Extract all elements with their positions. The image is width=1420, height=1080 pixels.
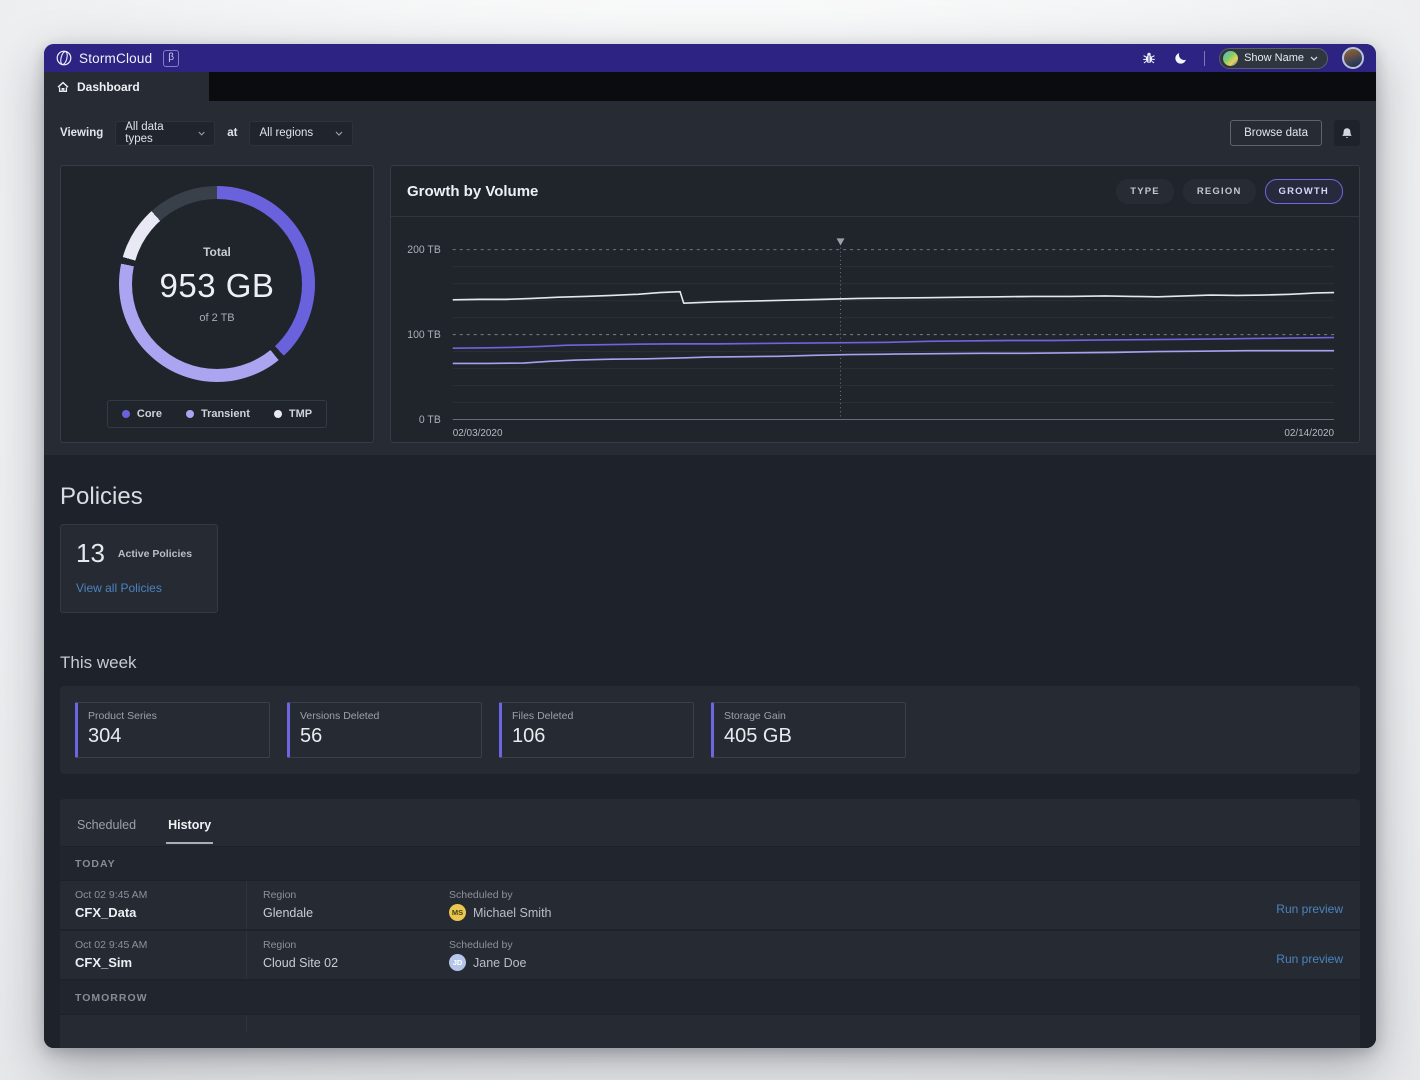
titlebar-divider — [1204, 51, 1205, 66]
region-value: All regions — [259, 127, 313, 139]
legend-item-tmp: TMP — [274, 408, 312, 420]
policies-heading: Policies — [60, 483, 1360, 511]
region-label: Region — [263, 939, 433, 951]
dark-mode-toggle[interactable] — [1172, 49, 1190, 67]
row-time: Oct 02 9:45 AM — [75, 889, 246, 901]
chart-header: Growth by Volume TYPE REGION GROWTH — [391, 166, 1359, 217]
this-week-heading: This week — [60, 653, 1360, 673]
active-policies-count: 13 — [76, 538, 105, 569]
home-icon — [57, 81, 69, 93]
donut-capacity: of 2 TB — [199, 312, 234, 324]
svg-text:02/03/2020: 02/03/2020 — [453, 428, 503, 439]
schedule-row-cfx-data[interactable]: Oct 02 9:45 AM CFX_Data Region Glendale … — [60, 881, 1360, 931]
tab-strip: Dashboard — [44, 72, 1376, 101]
active-policies-card: 13 Active Policies View all Policies — [60, 524, 218, 613]
at-label: at — [227, 127, 237, 139]
stat-storage-gain: Storage Gain 405 GB — [711, 702, 906, 758]
beta-badge: β — [163, 50, 179, 67]
region-label: Region — [263, 889, 433, 901]
legend-item-transient: Transient — [186, 408, 250, 420]
schedule-panel: Scheduled History TODAY Oct 02 9:45 AM C… — [60, 799, 1360, 1048]
region-select[interactable]: All regions — [249, 121, 353, 146]
user-menu[interactable]: Show Name — [1219, 48, 1328, 69]
region-value: Glendale — [263, 906, 433, 920]
run-preview-link[interactable]: Run preview — [1276, 902, 1343, 916]
tab-scheduled[interactable]: Scheduled — [75, 799, 138, 846]
section-header-today: TODAY — [60, 847, 1360, 881]
storage-donut-center: Total 953 GB of 2 TB — [132, 199, 302, 369]
tab-dashboard-label: Dashboard — [77, 80, 140, 94]
viewing-label: Viewing — [60, 127, 103, 139]
main-content: Viewing All data types at All regions Br… — [44, 101, 1376, 1048]
legend-dot-tmp — [274, 410, 282, 418]
moon-icon — [1174, 51, 1188, 65]
storage-total-card: Total 953 GB of 2 TB Core Transient — [60, 165, 374, 443]
growth-line-chart: 0 TB 100 TB 200 TB 02/03/2020 02/14/2020 — [393, 221, 1357, 442]
svg-text:02/14/2020: 02/14/2020 — [1284, 428, 1334, 439]
notifications-button[interactable] — [1334, 120, 1360, 146]
storage-donut-ring: Total 953 GB of 2 TB — [119, 186, 315, 382]
lower-panel: Policies 13 Active Policies View all Pol… — [44, 455, 1376, 1048]
avatar-initials: MS — [449, 904, 466, 921]
stormcloud-logo-icon — [56, 50, 72, 66]
app-logo[interactable]: StormCloud β — [56, 50, 179, 67]
bug-icon — [1142, 51, 1156, 65]
scheduled-by-label: Scheduled by — [449, 939, 1276, 951]
svg-text:100 TB: 100 TB — [407, 329, 441, 341]
toggle-type[interactable]: TYPE — [1116, 179, 1174, 204]
app-name: StormCloud — [79, 51, 152, 66]
chevron-down-icon — [1310, 56, 1318, 61]
row-name: CFX_Sim — [75, 955, 246, 970]
tab-dashboard[interactable]: Dashboard — [44, 72, 209, 101]
browse-data-button[interactable]: Browse data — [1230, 120, 1322, 146]
tab-history[interactable]: History — [166, 799, 213, 846]
chart-toggle-group: TYPE REGION GROWTH — [1116, 179, 1343, 204]
chart-title: Growth by Volume — [407, 183, 538, 200]
row-name: CFX_Data — [75, 905, 246, 920]
scheduled-by-name: Jane Doe — [473, 956, 527, 970]
toggle-region[interactable]: REGION — [1183, 179, 1256, 204]
growth-by-volume-card: Growth by Volume TYPE REGION GROWTH 0 TB… — [390, 165, 1360, 443]
schedule-row-cfx-sim[interactable]: Oct 02 9:45 AM CFX_Sim Region Cloud Site… — [60, 931, 1360, 981]
scheduled-by-name: Michael Smith — [473, 906, 552, 920]
section-header-tomorrow: TOMORROW — [60, 981, 1360, 1015]
this-week-stats: Product Series 304 Versions Deleted 56 F… — [60, 686, 1360, 774]
region-value: Cloud Site 02 — [263, 956, 433, 970]
toggle-growth[interactable]: GROWTH — [1265, 179, 1343, 204]
titlebar: StormCloud β — [44, 44, 1376, 72]
view-all-policies-link[interactable]: View all Policies — [76, 581, 162, 595]
bug-report-button[interactable] — [1140, 49, 1158, 67]
stat-files-deleted: Files Deleted 106 — [499, 702, 694, 758]
overview-cards: Total 953 GB of 2 TB Core Transient — [44, 165, 1376, 443]
avatar-initials: JD — [449, 954, 466, 971]
data-type-value: All data types — [125, 121, 188, 145]
legend-dot-core — [122, 410, 130, 418]
legend-dot-transient — [186, 410, 194, 418]
stat-product-series: Product Series 304 — [75, 702, 270, 758]
data-type-select[interactable]: All data types — [115, 121, 215, 146]
user-menu-avatar — [1223, 51, 1238, 66]
chevron-down-icon — [198, 131, 205, 136]
svg-text:0 TB: 0 TB — [419, 414, 441, 426]
user-menu-label: Show Name — [1244, 52, 1304, 64]
run-preview-link[interactable]: Run preview — [1276, 952, 1343, 966]
growth-chart-plot: 0 TB 100 TB 200 TB 02/03/2020 02/14/2020 — [391, 217, 1359, 442]
donut-title: Total — [203, 245, 231, 259]
schedule-tabs: Scheduled History — [60, 799, 1360, 847]
app-window: StormCloud β — [44, 44, 1376, 1048]
bell-icon — [1341, 127, 1353, 140]
scheduled-by-label: Scheduled by — [449, 889, 1276, 901]
filter-bar: Viewing All data types at All regions Br… — [44, 101, 1376, 165]
schedule-row-clipped — [60, 1015, 1360, 1033]
stat-versions-deleted: Versions Deleted 56 — [287, 702, 482, 758]
svg-text:200 TB: 200 TB — [407, 244, 441, 256]
donut-total-value: 953 GB — [160, 267, 275, 305]
chevron-down-icon — [335, 131, 343, 136]
legend-item-core: Core — [122, 408, 162, 420]
profile-avatar[interactable] — [1342, 47, 1364, 69]
row-time: Oct 02 9:45 AM — [75, 939, 246, 951]
active-policies-label: Active Policies — [118, 548, 192, 560]
donut-legend: Core Transient TMP — [107, 400, 327, 428]
